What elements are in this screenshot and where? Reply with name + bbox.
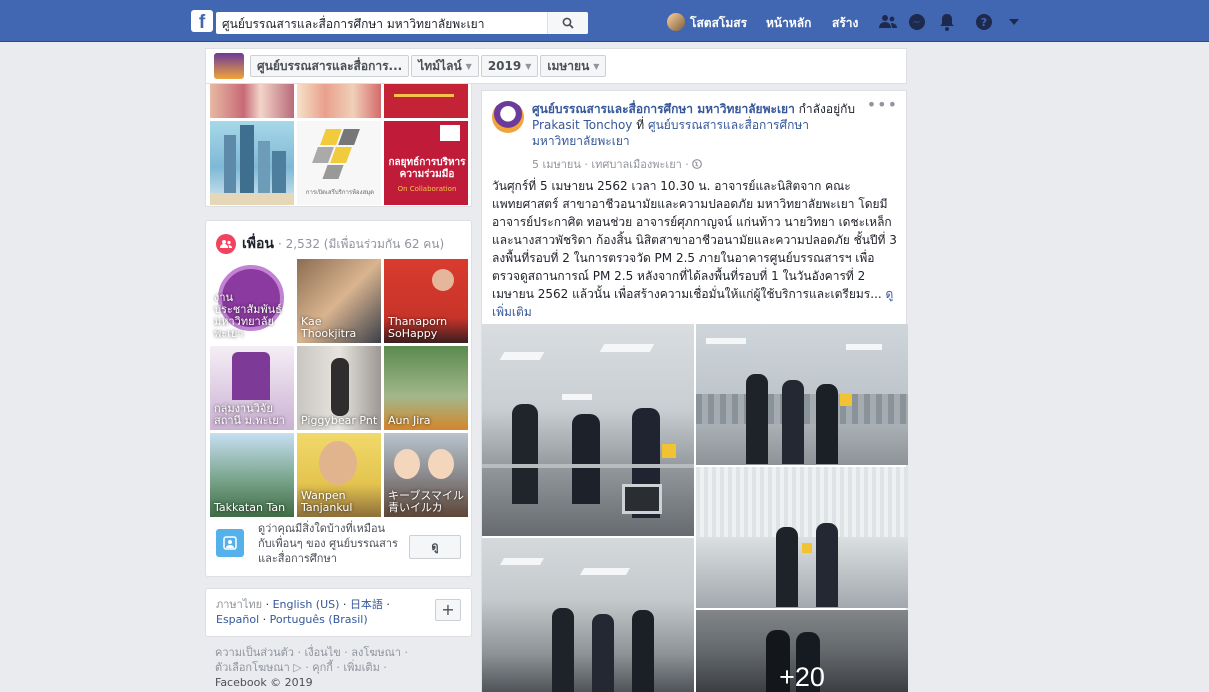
- year-label: 2019: [487, 59, 522, 73]
- month-dropdown[interactable]: เมษายน ▼: [540, 55, 607, 77]
- year-dropdown[interactable]: 2019 ▼: [480, 55, 539, 77]
- chevron-down-icon: ▼: [525, 61, 532, 71]
- friend-name: งานประชาสัมพันธ์ มหาวิทยาลัยพะเยา: [214, 291, 282, 340]
- help-icon[interactable]: ?: [975, 13, 993, 31]
- tagged-friend-link[interactable]: Prakasit Tonchoy: [532, 118, 632, 132]
- post-photo[interactable]: [482, 538, 694, 692]
- friend-name: Wanpen Tanjankul: [301, 489, 353, 514]
- chevron-down-icon: ▼: [593, 61, 600, 71]
- compare-friends-icon: [216, 529, 244, 557]
- current-language: ภาษาไทย: [216, 598, 263, 611]
- svg-text:?: ?: [981, 16, 987, 29]
- profile-link[interactable]: โสตสโมสร: [690, 14, 747, 33]
- post-meta: 5 เมษายน · เทศบาลเมืองพะเยา ·: [532, 155, 703, 173]
- timeline-post: ศูนย์บรรณสารและสื่อการศึกษา มหาวิทยาลัยพ…: [481, 90, 908, 692]
- friend-tile[interactable]: Aun Jira: [384, 346, 468, 430]
- more-photos-count[interactable]: +20: [696, 610, 908, 692]
- friend-requests-icon[interactable]: [879, 13, 897, 31]
- language-link[interactable]: 日本語: [350, 598, 383, 611]
- create-link[interactable]: สร้าง: [832, 14, 858, 33]
- post-text: วันศุกร์ที่ 5 เมษายน 2562 เวลา 10.30 น. …: [492, 177, 900, 321]
- post-author-link[interactable]: ศูนย์บรรณสารและสื่อการศึกษา มหาวิทยาลัยพ…: [532, 102, 795, 116]
- suggest-text: ดูว่าคุณมีสิ่งใดบ้างที่เหมือนกับเพื่อนๆ …: [258, 522, 398, 565]
- photos-card: การเปิดเสรีบริการห้องสมุด กลยุทธ์การบริห…: [205, 84, 472, 207]
- page-name-button[interactable]: ศูนย์บรรณสารและสื่อการ...: [250, 55, 410, 77]
- post-timestamp[interactable]: 5 เมษายน · เทศบาลเมืองพะเยา ·: [532, 158, 692, 171]
- search-input[interactable]: ศูนย์บรรณสารและสื่อการศึกษา มหาวิทยาลัยพ…: [216, 12, 588, 34]
- friend-name: Aun Jira: [388, 414, 431, 427]
- photo-tile-caption: การเปิดเสรีบริการห้องสมุด: [305, 189, 375, 196]
- photo-tile[interactable]: การเปิดเสรีบริการห้องสมุด: [297, 121, 381, 205]
- friends-title[interactable]: เพื่อน: [242, 233, 274, 255]
- page-logo[interactable]: [214, 53, 244, 79]
- photo-tile[interactable]: [297, 84, 381, 118]
- language-card: ภาษาไทย · English (US) · 日本語 · Español ·…: [205, 588, 472, 637]
- language-link[interactable]: Português (Brasil): [270, 613, 368, 626]
- photo-tile[interactable]: กลยุทธ์การบริหาร ความร่วมมือ On Collabor…: [384, 121, 468, 205]
- account-menu-caret-icon[interactable]: [1005, 13, 1023, 31]
- search-button[interactable]: [547, 12, 588, 34]
- friend-name: Thanaporn SoHappy: [388, 315, 448, 340]
- post-author-avatar[interactable]: [492, 101, 524, 133]
- friend-tile[interactable]: キーブスマイル青いイルカ: [384, 433, 468, 517]
- language-link[interactable]: English (US): [273, 598, 340, 611]
- friend-name: กลุ่มงานวิจัยสถานี ม.พะเยา: [214, 402, 285, 427]
- globe-icon: [692, 159, 703, 169]
- friend-tile[interactable]: Kae Thookjitra: [297, 259, 381, 343]
- friend-tile[interactable]: Takkatan Tan: [210, 433, 294, 517]
- post-photo[interactable]: [696, 467, 908, 608]
- post-action-text: กำลังอยู่กับ: [798, 102, 855, 116]
- page-timeline-nav: ศูนย์บรรณสารและสื่อการ... ไทม์ไลน์ ▼ 2019…: [205, 48, 907, 84]
- top-navigation-bar: f ศูนย์บรรณสารและสื่อการศึกษา มหาวิทยาลั…: [0, 0, 1209, 42]
- friends-card: เพื่อน · 2,532 (มีเพื่อนร่วมกัน 62 คน) ง…: [205, 220, 472, 577]
- photo-tile[interactable]: [384, 84, 468, 118]
- friend-tile[interactable]: Wanpen Tanjankul: [297, 433, 381, 517]
- see-button[interactable]: ดู: [409, 535, 461, 559]
- messenger-icon[interactable]: [908, 13, 926, 31]
- friend-name: Kae Thookjitra: [301, 315, 357, 340]
- post-at-text: ที่: [636, 118, 645, 132]
- photo-tile[interactable]: [210, 121, 294, 205]
- friend-tile[interactable]: งานประชาสัมพันธ์ มหาวิทยาลัยพะเยา: [210, 259, 294, 343]
- friend-name: Takkatan Tan: [214, 501, 286, 514]
- month-label: เมษายน: [547, 58, 590, 73]
- notifications-icon[interactable]: [938, 13, 956, 31]
- post-photo[interactable]: +20: [696, 610, 908, 692]
- friends-count: · 2,532 (มีเพื่อนร่วมกัน 62 คน): [278, 236, 445, 251]
- photo-tile-subtitle: On Collaboration: [397, 185, 457, 193]
- friends-icon: [216, 234, 236, 254]
- add-language-button[interactable]: +: [435, 599, 461, 621]
- photo-tile[interactable]: [210, 84, 294, 118]
- timeline-dropdown[interactable]: ไทม์ไลน์ ▼: [411, 55, 479, 77]
- friend-name: キーブスマイル青いイルカ: [388, 489, 465, 514]
- language-link[interactable]: Español: [216, 613, 259, 626]
- post-photo[interactable]: [482, 324, 694, 536]
- post-options-icon[interactable]: •••: [867, 95, 898, 114]
- footer-links-line2[interactable]: ตัวเลือกโฆษณา ▷ · คุกกี้ · เพิ่มเติม ·: [215, 660, 415, 675]
- timeline-label: ไทม์ไลน์: [418, 58, 462, 73]
- friend-tile[interactable]: กลุ่มงานวิจัยสถานี ม.พะเยา: [210, 346, 294, 430]
- post-body: วันศุกร์ที่ 5 เมษายน 2562 เวลา 10.30 น. …: [492, 179, 897, 301]
- page-name-label: ศูนย์บรรณสารและสื่อการ...: [257, 58, 403, 73]
- friend-tile[interactable]: Thanaporn SoHappy: [384, 259, 468, 343]
- home-link[interactable]: หน้าหลัก: [766, 14, 811, 33]
- chevron-down-icon: ▼: [465, 61, 472, 71]
- footer-links-line1[interactable]: ความเป็นส่วนตัว · เงื่อนไข · ลงโฆษณา ·: [215, 645, 415, 660]
- user-avatar[interactable]: [667, 13, 685, 31]
- friend-name: Piggybear Pnt: [301, 414, 378, 427]
- post-photo[interactable]: [696, 324, 908, 465]
- post-header: ศูนย์บรรณสารและสื่อการศึกษา มหาวิทยาลัยพ…: [532, 101, 872, 149]
- copyright: Facebook © 2019: [215, 676, 313, 689]
- photo-tile-title: กลยุทธ์การบริหาร ความร่วมมือ: [388, 157, 466, 180]
- friend-tile[interactable]: Piggybear Pnt: [297, 346, 381, 430]
- search-icon: [562, 17, 574, 29]
- facebook-logo[interactable]: f: [191, 10, 213, 33]
- footer: ความเป็นส่วนตัว · เงื่อนไข · ลงโฆษณา · ต…: [215, 645, 415, 690]
